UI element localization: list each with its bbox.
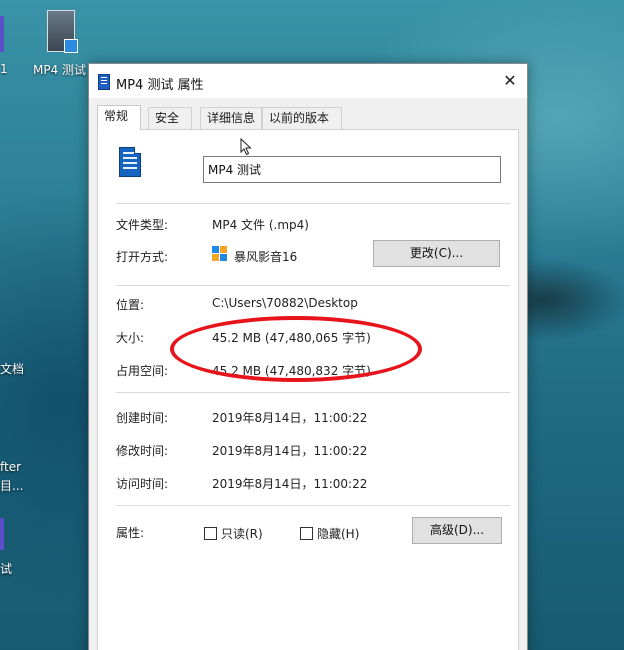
created-label: 创建时间: <box>116 411 169 425</box>
tab-general[interactable]: 常规 <box>97 105 141 130</box>
tab-previous-versions[interactable]: 以前的版本 <box>262 107 342 129</box>
location-value: C:\Users\70882\Desktop <box>212 296 358 310</box>
readonly-label: 只读(R) <box>221 527 263 541</box>
hidden-label: 隐藏(H) <box>317 527 360 541</box>
desktop-label-fter: fter <box>0 460 22 474</box>
size-label: 大小: <box>116 331 145 345</box>
advanced-button[interactable]: 高级(D)... <box>412 517 502 544</box>
general-panel: 文件类型: MP4 文件 (.mp4) 打开方式: 暴风影音16 更改(C)..… <box>97 129 519 650</box>
video-file-icon <box>98 74 110 90</box>
divider <box>116 392 510 393</box>
file-type-value: MP4 文件 (.mp4) <box>212 218 309 232</box>
modified-value: 2019年8月14日，11:00:22 <box>212 444 368 458</box>
accessed-value: 2019年8月14日，11:00:22 <box>212 477 368 491</box>
checkbox-box[interactable] <box>204 527 217 540</box>
created-value: 2019年8月14日，11:00:22 <box>212 411 368 425</box>
dialog-title: MP4 测试 属性 <box>116 78 204 93</box>
left-edge-icon-bottom[interactable] <box>0 518 4 550</box>
desktop-label-doc: 文档 <box>0 362 25 376</box>
change-button[interactable]: 更改(C)... <box>373 240 500 267</box>
modified-label: 修改时间: <box>116 444 169 458</box>
divider <box>116 203 510 204</box>
readonly-checkbox[interactable]: 只读(R) <box>204 525 263 541</box>
desktop-icon-label: MP4 测试 <box>33 63 87 77</box>
divider <box>116 285 510 286</box>
properties-dialog: MP4 测试 属性 ✕ 常规 安全 详细信息 以前的版本 文件类型: MP4 文… <box>88 63 528 650</box>
title-bar[interactable]: MP4 测试 属性 ✕ <box>89 64 527 98</box>
tab-security[interactable]: 安全 <box>148 107 192 129</box>
file-name-field[interactable] <box>203 156 501 183</box>
disk-size-label: 占用空间: <box>116 364 169 378</box>
open-with-label: 打开方式: <box>116 250 169 264</box>
video-thumbnail-icon <box>47 10 78 53</box>
disk-size-value: 45.2 MB (47,480,832 字节) <box>212 364 371 378</box>
desktop-label-test: 试 <box>0 562 13 576</box>
desktop-label-mu: 目... <box>0 479 24 493</box>
open-with-value: 暴风影音16 <box>234 250 298 264</box>
accessed-label: 访问时间: <box>116 477 169 491</box>
attributes-label: 属性: <box>116 526 145 540</box>
divider <box>116 505 510 506</box>
size-value: 45.2 MB (47,480,065 字节) <box>212 331 371 345</box>
media-player-icon <box>212 246 228 262</box>
mp4-file-icon <box>119 147 141 177</box>
hidden-checkbox[interactable]: 隐藏(H) <box>300 525 359 541</box>
mouse-cursor-icon <box>240 138 252 156</box>
file-type-label: 文件类型: <box>116 218 169 232</box>
close-button[interactable]: ✕ <box>499 70 521 92</box>
checkbox-box[interactable] <box>300 527 313 540</box>
location-label: 位置: <box>116 298 145 312</box>
tab-details[interactable]: 详细信息 <box>200 107 262 129</box>
